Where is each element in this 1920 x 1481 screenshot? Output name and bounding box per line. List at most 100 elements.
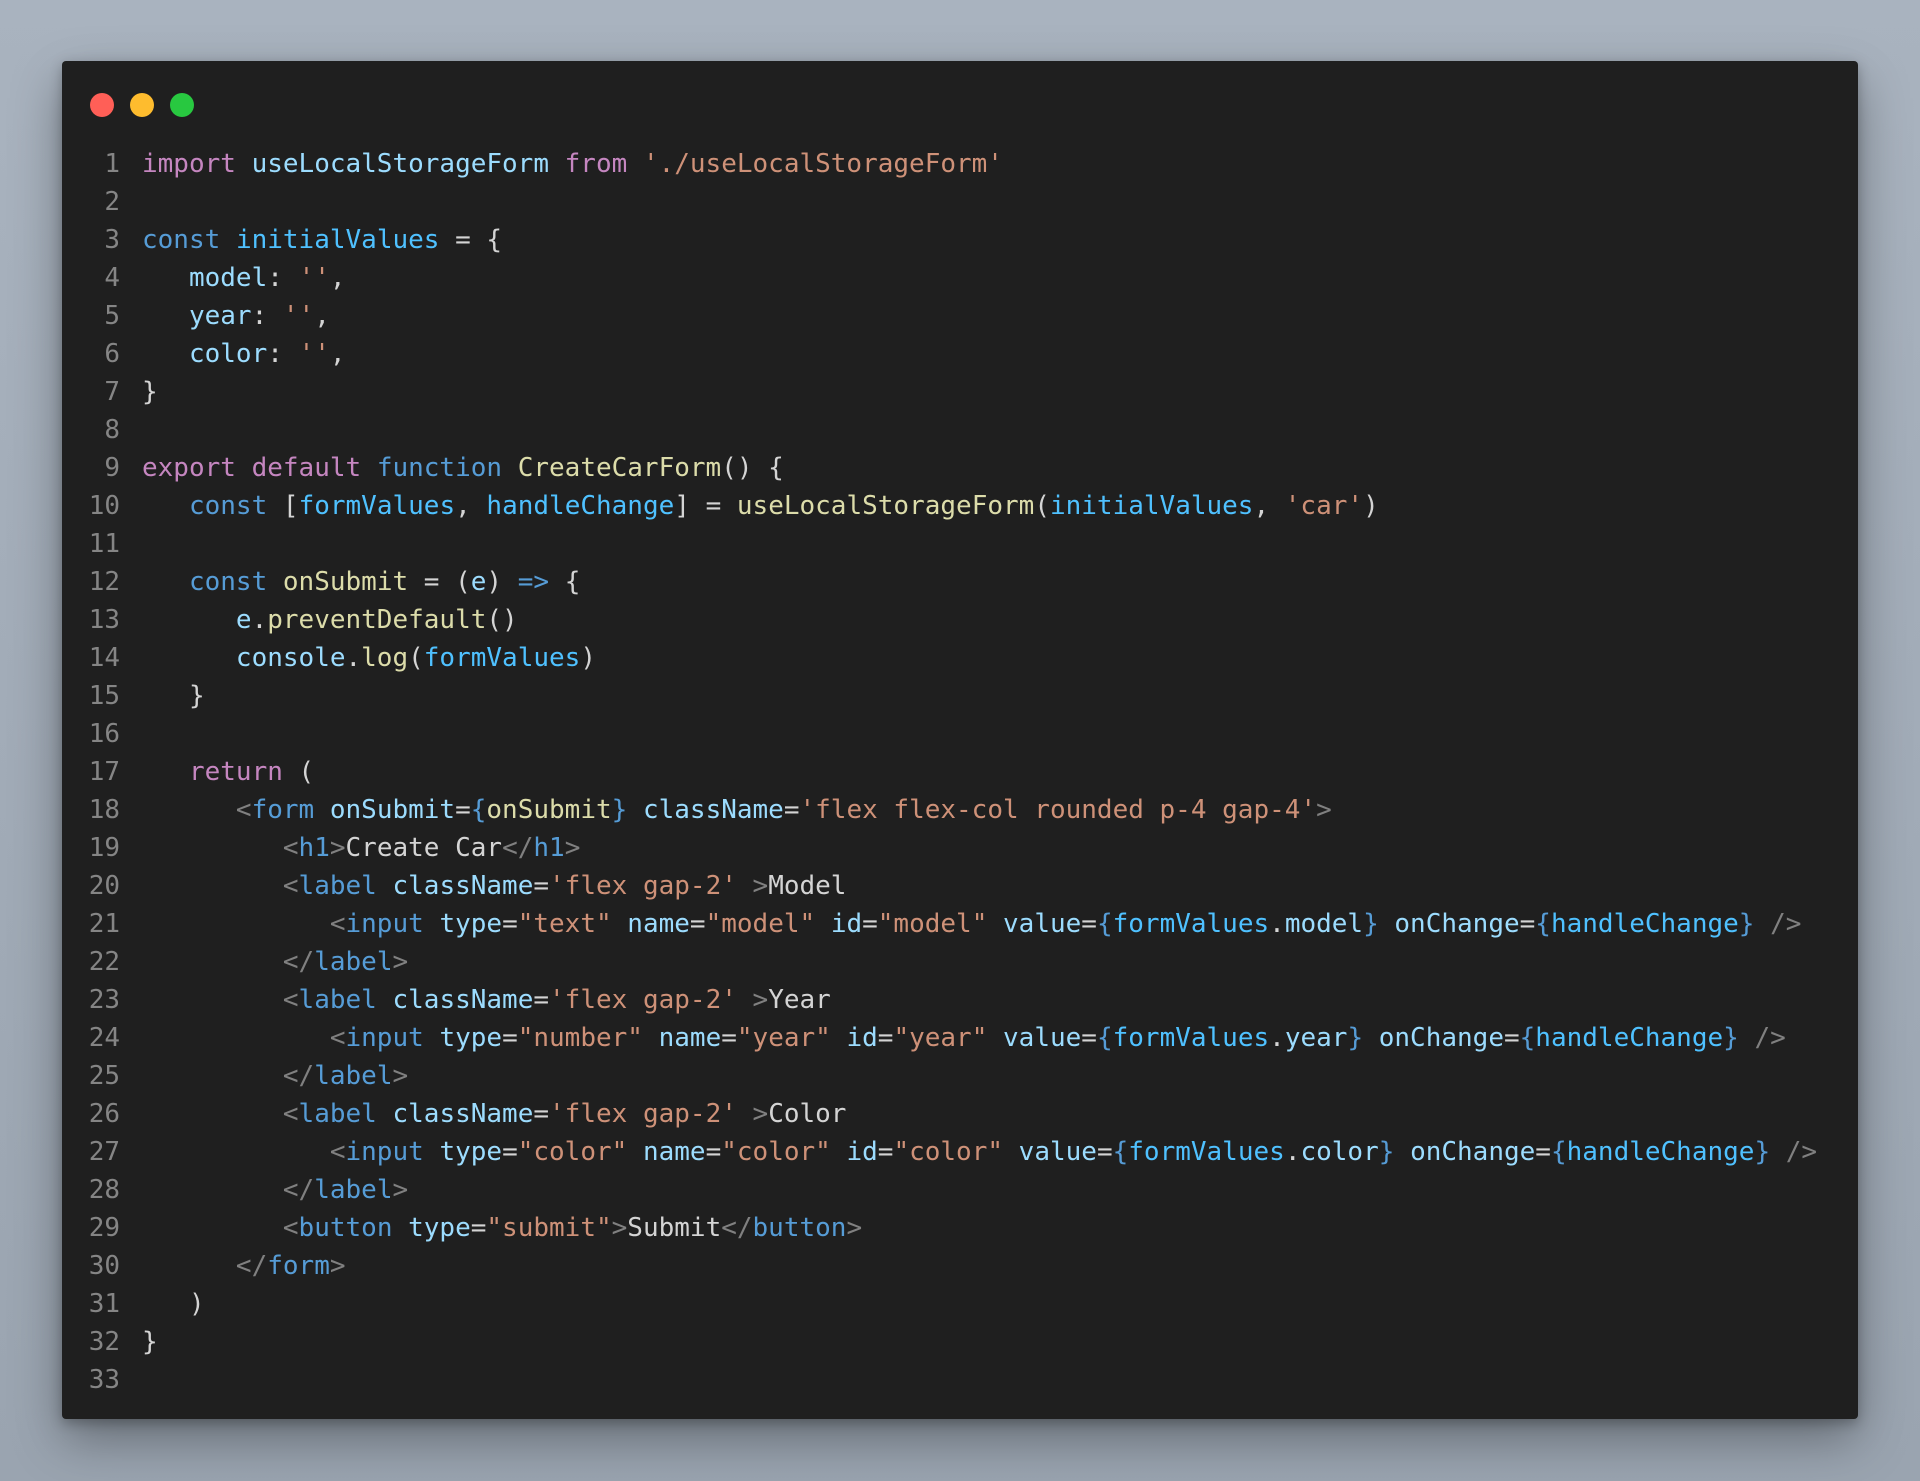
close-button[interactable] bbox=[90, 93, 114, 117]
code-editor[interactable]: 1 import useLocalStorageForm from './useL… bbox=[62, 145, 1858, 1399]
code-line: 28 </label> bbox=[62, 1171, 1858, 1209]
line-number: 10 bbox=[88, 491, 120, 521]
code-line: 10 const [formValues, handleChange] = us… bbox=[62, 487, 1858, 525]
code-token: label bbox=[314, 1061, 393, 1091]
code-token: </ bbox=[282, 1061, 315, 1091]
line-number: 32 bbox=[88, 1327, 120, 1357]
line-content: return ( bbox=[120, 753, 314, 791]
code-line: 18 <form onSubmit={onSubmit} className='… bbox=[62, 791, 1858, 829]
code-token: , bbox=[455, 491, 487, 521]
code-token: button bbox=[298, 1213, 393, 1243]
line-content: </label> bbox=[120, 1171, 408, 1209]
line-number: 26 bbox=[88, 1099, 120, 1129]
code-token: formValues bbox=[1112, 1023, 1270, 1053]
line-number: 22 bbox=[88, 947, 120, 977]
code-token: . bbox=[251, 605, 268, 635]
code-token: } bbox=[142, 1327, 158, 1357]
code-token: initialValues bbox=[235, 225, 440, 255]
code-token: </ bbox=[282, 1175, 315, 1205]
code-token: console bbox=[235, 643, 346, 673]
line-content: <input type="color" name="color" id="col… bbox=[120, 1133, 1817, 1171]
code-token: "color" bbox=[893, 1137, 1004, 1167]
code-token: = bbox=[862, 909, 878, 939]
code-token: . bbox=[1284, 1137, 1301, 1167]
code-token: { bbox=[1112, 1137, 1129, 1167]
line-content bbox=[120, 183, 142, 221]
code-token: "model" bbox=[877, 909, 988, 939]
code-token: . bbox=[1269, 909, 1285, 939]
code-token: formValues bbox=[1128, 1137, 1285, 1167]
code-token: > bbox=[611, 1213, 628, 1243]
code-token: type bbox=[439, 1137, 503, 1167]
code-token: = bbox=[705, 1137, 722, 1167]
code-token: </ bbox=[502, 833, 534, 863]
code-token: useLocalStorageForm bbox=[736, 491, 1035, 521]
code-line: 26 <label className='flex gap-2' >Color bbox=[62, 1095, 1858, 1133]
code-token: label bbox=[298, 1099, 377, 1129]
line-content: </label> bbox=[120, 943, 408, 981]
code-token: = bbox=[1519, 909, 1536, 939]
code-token: , bbox=[329, 263, 346, 293]
code-token: : bbox=[267, 263, 299, 293]
code-token: ] = bbox=[674, 491, 737, 521]
line-number: 1 bbox=[104, 149, 120, 179]
code-token: h1 bbox=[298, 833, 330, 863]
code-token: value bbox=[1003, 909, 1082, 939]
code-token: = bbox=[533, 871, 550, 901]
code-token: = bbox=[783, 795, 800, 825]
code-token: "year" bbox=[736, 1023, 831, 1053]
line-content: ) bbox=[120, 1285, 205, 1323]
line-number: 4 bbox=[104, 263, 120, 293]
line-number: 30 bbox=[88, 1251, 120, 1281]
code-token: 'car' bbox=[1284, 491, 1364, 521]
code-token: > bbox=[1316, 795, 1332, 825]
line-number: 24 bbox=[88, 1023, 120, 1053]
line-content: e.preventDefault() bbox=[120, 601, 518, 639]
code-token: = ( bbox=[408, 567, 471, 597]
line-content: } bbox=[120, 1323, 158, 1361]
code-token: from bbox=[564, 149, 628, 179]
code-token: } bbox=[142, 377, 158, 407]
code-token: = bbox=[470, 1213, 487, 1243]
line-number: 13 bbox=[88, 605, 120, 635]
maximize-button[interactable] bbox=[170, 93, 194, 117]
code-token: ( bbox=[282, 757, 315, 787]
line-number: 7 bbox=[104, 377, 120, 407]
code-token: "color" bbox=[517, 1137, 628, 1167]
minimize-button[interactable] bbox=[130, 93, 154, 117]
code-token: > bbox=[329, 1251, 346, 1281]
code-window: 1 import useLocalStorageForm from './useL… bbox=[62, 61, 1858, 1419]
code-line: 6 color: '', bbox=[62, 335, 1858, 373]
code-token: < bbox=[282, 833, 299, 863]
code-token: ( bbox=[408, 643, 424, 673]
code-token: ) bbox=[142, 1289, 205, 1319]
code-token: /> bbox=[1770, 909, 1802, 939]
code-token: = { bbox=[439, 225, 503, 255]
code-line: 27 <input type="color" name="color" id="… bbox=[62, 1133, 1858, 1171]
line-content: export default function CreateCarForm() … bbox=[120, 449, 784, 487]
code-token: input bbox=[345, 1023, 424, 1053]
code-line: 20 <label className='flex gap-2' >Model bbox=[62, 867, 1858, 905]
code-token: log bbox=[361, 643, 409, 673]
line-content: } bbox=[120, 677, 205, 715]
code-line: 1 import useLocalStorageForm from './useL… bbox=[62, 145, 1858, 183]
code-token: > bbox=[392, 1175, 409, 1205]
code-token: } bbox=[1738, 909, 1755, 939]
code-token: 'flex gap-2' bbox=[549, 871, 737, 901]
